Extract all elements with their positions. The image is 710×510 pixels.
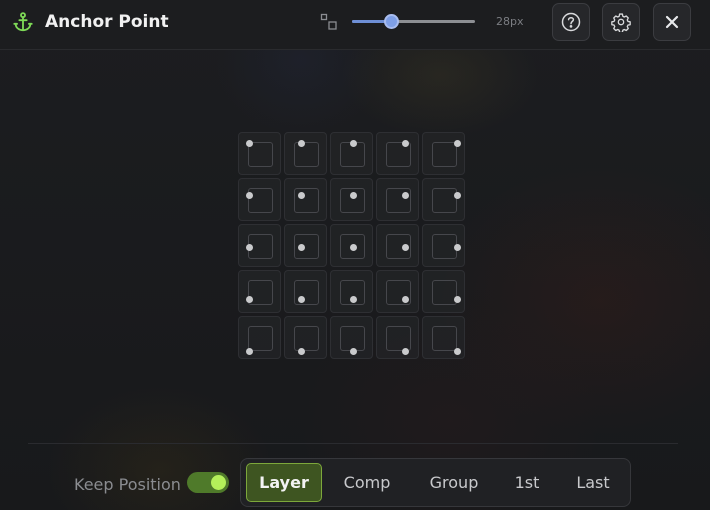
anchor-grid — [238, 132, 465, 359]
anchor-cell[interactable] — [422, 132, 465, 175]
anchor-icon — [13, 12, 33, 32]
anchor-cell[interactable] — [284, 132, 327, 175]
anchor-dot — [401, 139, 409, 147]
close-button[interactable] — [653, 3, 691, 41]
layer-bounds-box — [432, 188, 457, 213]
point-size-slider[interactable] — [352, 14, 475, 29]
help-button[interactable] — [552, 3, 590, 41]
anchor-cell[interactable] — [238, 316, 281, 359]
layer-bounds-box — [294, 142, 319, 167]
anchor-cell[interactable] — [330, 316, 373, 359]
layer-bounds-box — [248, 326, 273, 351]
anchor-dot — [349, 191, 357, 199]
anchor-dot — [349, 295, 357, 303]
anchor-cell[interactable] — [330, 224, 373, 267]
gear-icon — [611, 13, 631, 32]
anchor-cell[interactable] — [238, 132, 281, 175]
anchor-dot — [453, 191, 461, 199]
anchor-dot — [245, 295, 253, 303]
anchor-dot — [401, 243, 409, 251]
toggle-knob — [211, 475, 226, 490]
anchor-cell[interactable] — [284, 270, 327, 313]
anchor-dot — [453, 243, 461, 251]
keep-position-label: Keep Position — [74, 475, 181, 494]
anchor-dot — [453, 347, 461, 355]
anchor-cell[interactable] — [422, 270, 465, 313]
layer-bounds-box — [294, 188, 319, 213]
help-icon — [561, 12, 581, 32]
anchor-cell[interactable] — [238, 178, 281, 221]
anchor-cell[interactable] — [376, 178, 419, 221]
anchor-dot — [401, 295, 409, 303]
anchor-cell[interactable] — [330, 132, 373, 175]
anchor-cell[interactable] — [422, 224, 465, 267]
close-icon — [665, 15, 679, 29]
anchor-cell[interactable] — [376, 132, 419, 175]
target-layer-button[interactable]: Layer — [246, 463, 322, 502]
target-first-button[interactable]: 1st — [502, 463, 552, 502]
anchor-dot — [297, 139, 305, 147]
anchor-dot — [245, 191, 253, 199]
header-bar: Anchor Point 28px — [0, 0, 710, 50]
anchor-cell[interactable] — [330, 270, 373, 313]
keep-position-toggle[interactable] — [187, 472, 229, 493]
anchor-dot — [297, 191, 305, 199]
anchor-cell[interactable] — [284, 316, 327, 359]
anchor-dot — [401, 191, 409, 199]
anchor-dot — [349, 139, 357, 147]
layer-bounds-box — [386, 326, 411, 351]
layer-bounds-box — [432, 142, 457, 167]
app-title: Anchor Point — [45, 12, 169, 32]
point-size-icon — [320, 13, 337, 30]
anchor-cell[interactable] — [284, 178, 327, 221]
layer-bounds-box — [248, 188, 273, 213]
point-size-value: 28px — [496, 15, 524, 28]
anchor-cell[interactable] — [238, 270, 281, 313]
anchor-dot — [297, 295, 305, 303]
anchor-cell[interactable] — [376, 316, 419, 359]
anchor-cell[interactable] — [330, 178, 373, 221]
anchor-cell[interactable] — [376, 224, 419, 267]
anchor-dot — [297, 243, 305, 251]
anchor-cell[interactable] — [422, 178, 465, 221]
anchor-dot — [453, 295, 461, 303]
target-last-button[interactable]: Last — [561, 463, 625, 502]
settings-button[interactable] — [602, 3, 640, 41]
divider — [28, 443, 678, 444]
anchor-cell[interactable] — [422, 316, 465, 359]
anchor-dot — [245, 139, 253, 147]
target-group-button[interactable]: Group — [413, 463, 495, 502]
anchor-dot — [401, 347, 409, 355]
anchor-dot — [453, 139, 461, 147]
layer-bounds-box — [432, 326, 457, 351]
layer-bounds-box — [294, 326, 319, 351]
anchor-dot — [349, 243, 357, 251]
anchor-cell[interactable] — [238, 224, 281, 267]
slider-handle[interactable] — [384, 14, 400, 29]
layer-bounds-box — [432, 280, 457, 305]
anchor-dot — [297, 347, 305, 355]
anchor-cell[interactable] — [376, 270, 419, 313]
target-segmented-control: Layer Comp Group 1st Last — [240, 458, 631, 507]
anchor-cell[interactable] — [284, 224, 327, 267]
anchor-dot — [245, 243, 253, 251]
anchor-dot — [349, 347, 357, 355]
anchor-dot — [245, 347, 253, 355]
target-comp-button[interactable]: Comp — [329, 463, 405, 502]
